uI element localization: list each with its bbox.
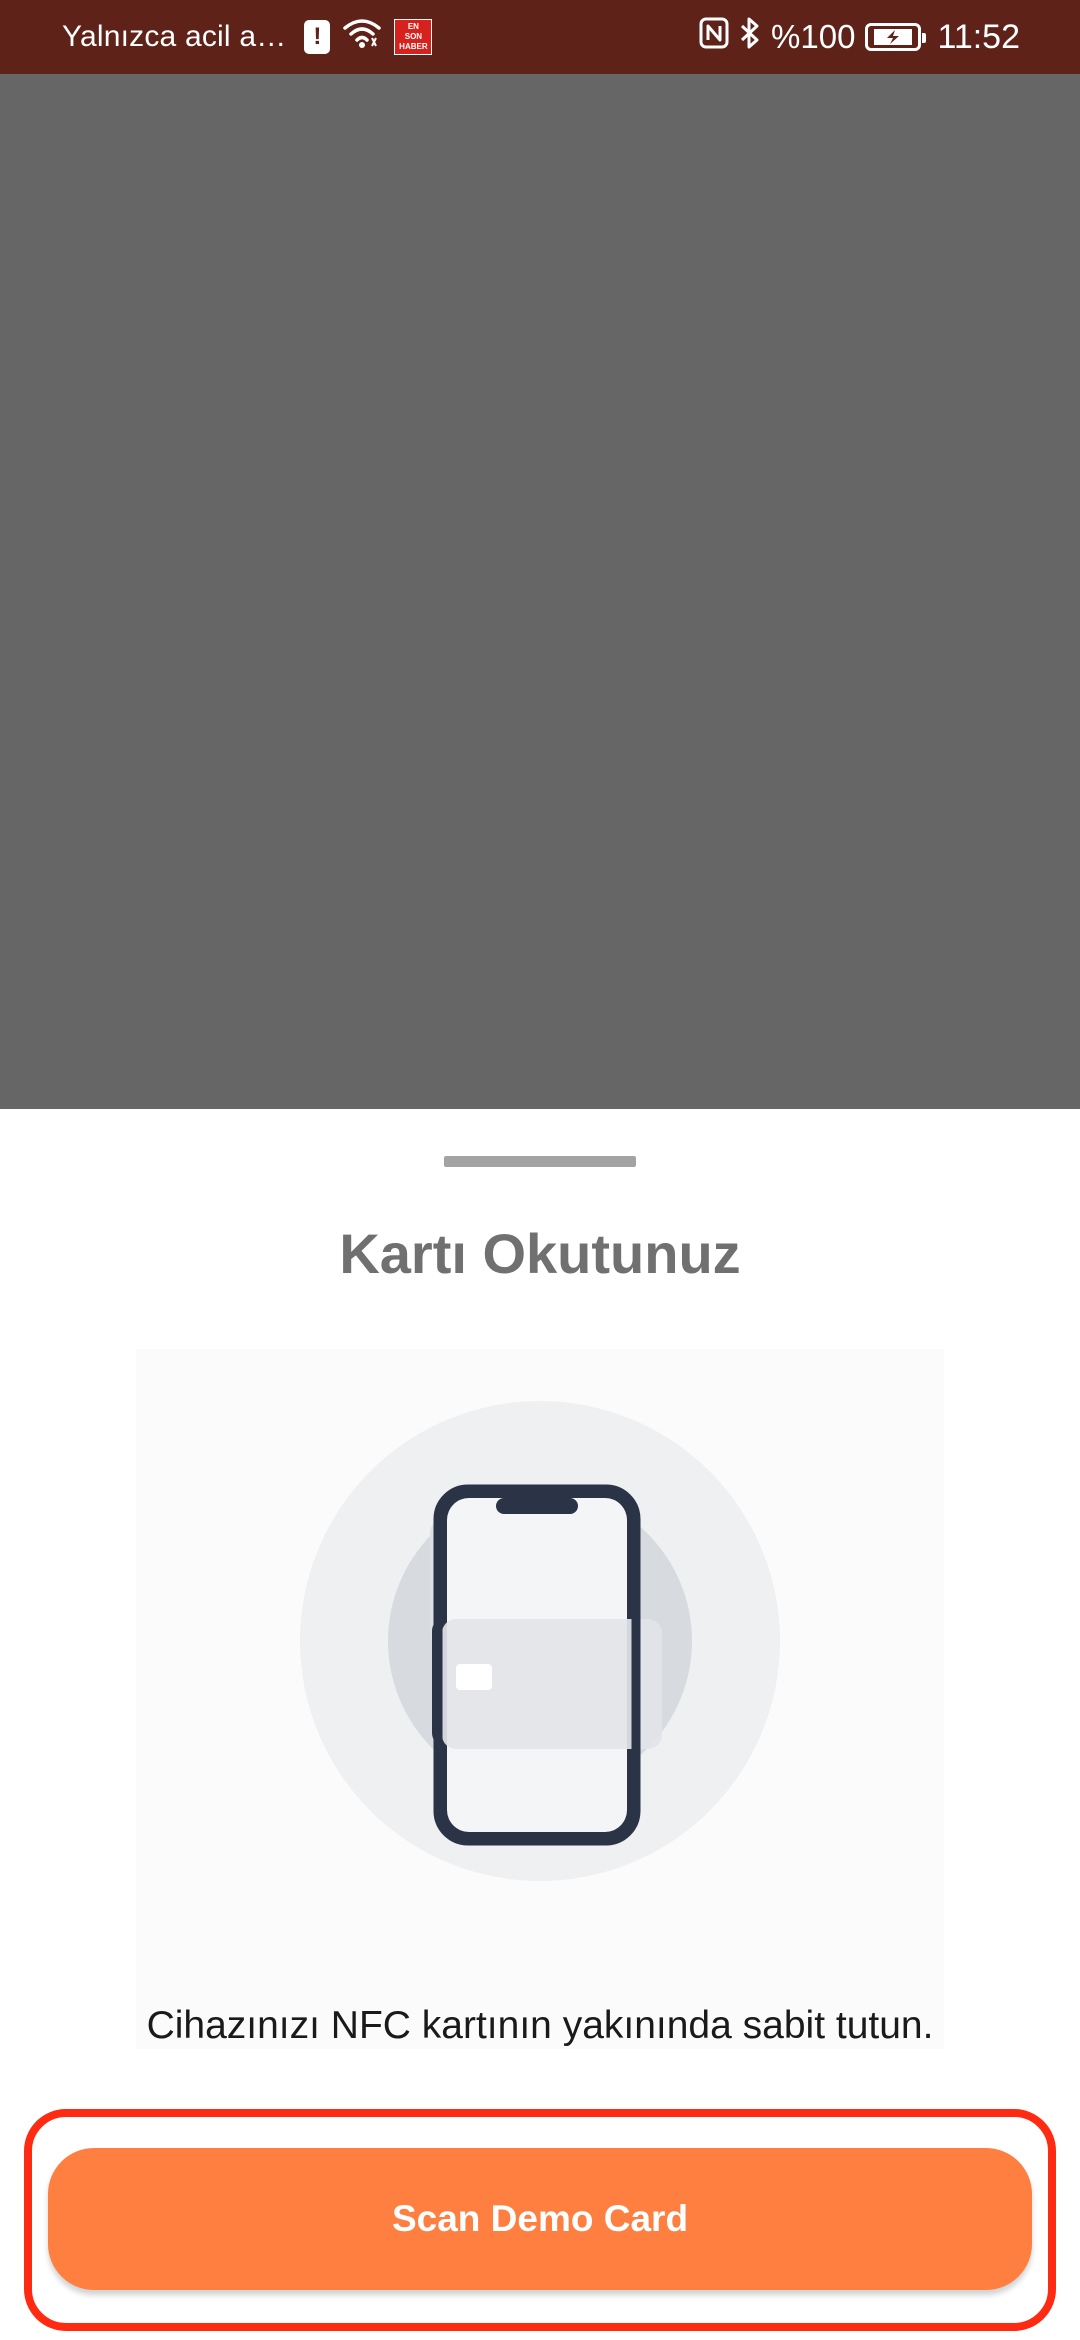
carrier-status-text: Yalnızca acil a… — [62, 20, 287, 53]
dim-overlay[interactable] — [0, 74, 1080, 1109]
battery-charging-icon — [865, 23, 927, 51]
status-bar: Yalnızca acil a… ! EN SON HABER %100 11:… — [0, 0, 1080, 74]
status-right-group: %100 11:52 — [699, 0, 1020, 74]
bluetooth-icon — [739, 16, 761, 58]
news-icon-line-1: EN — [407, 22, 419, 31]
nfc-bottom-sheet: Kartı Okutunuz Cihazınızı NFC kartının y… — [0, 1109, 1080, 2340]
status-left-group: Yalnızca acil a… ! EN SON HABER — [62, 0, 433, 74]
news-icon-line-2: SON — [404, 32, 423, 41]
instruction-text: Cihazınızı NFC kartının yakınında sabit … — [146, 2004, 934, 2047]
battery-percent: %100 — [771, 18, 856, 55]
sheet-drag-handle[interactable] — [444, 1156, 636, 1167]
sheet-title: Kartı Okutunuz — [339, 1222, 741, 1285]
nfc-icon — [699, 17, 729, 57]
news-icon-line-3: HABER — [399, 42, 428, 51]
wifi-icon — [342, 16, 382, 58]
scan-demo-card-button[interactable]: Scan Demo Card — [48, 2148, 1032, 2290]
news-app-icon: EN SON HABER — [394, 19, 433, 55]
alert-icon: ! — [304, 20, 331, 54]
phone-nfc-card-icon — [136, 1349, 944, 2049]
clock-time: 11:52 — [937, 17, 1020, 56]
